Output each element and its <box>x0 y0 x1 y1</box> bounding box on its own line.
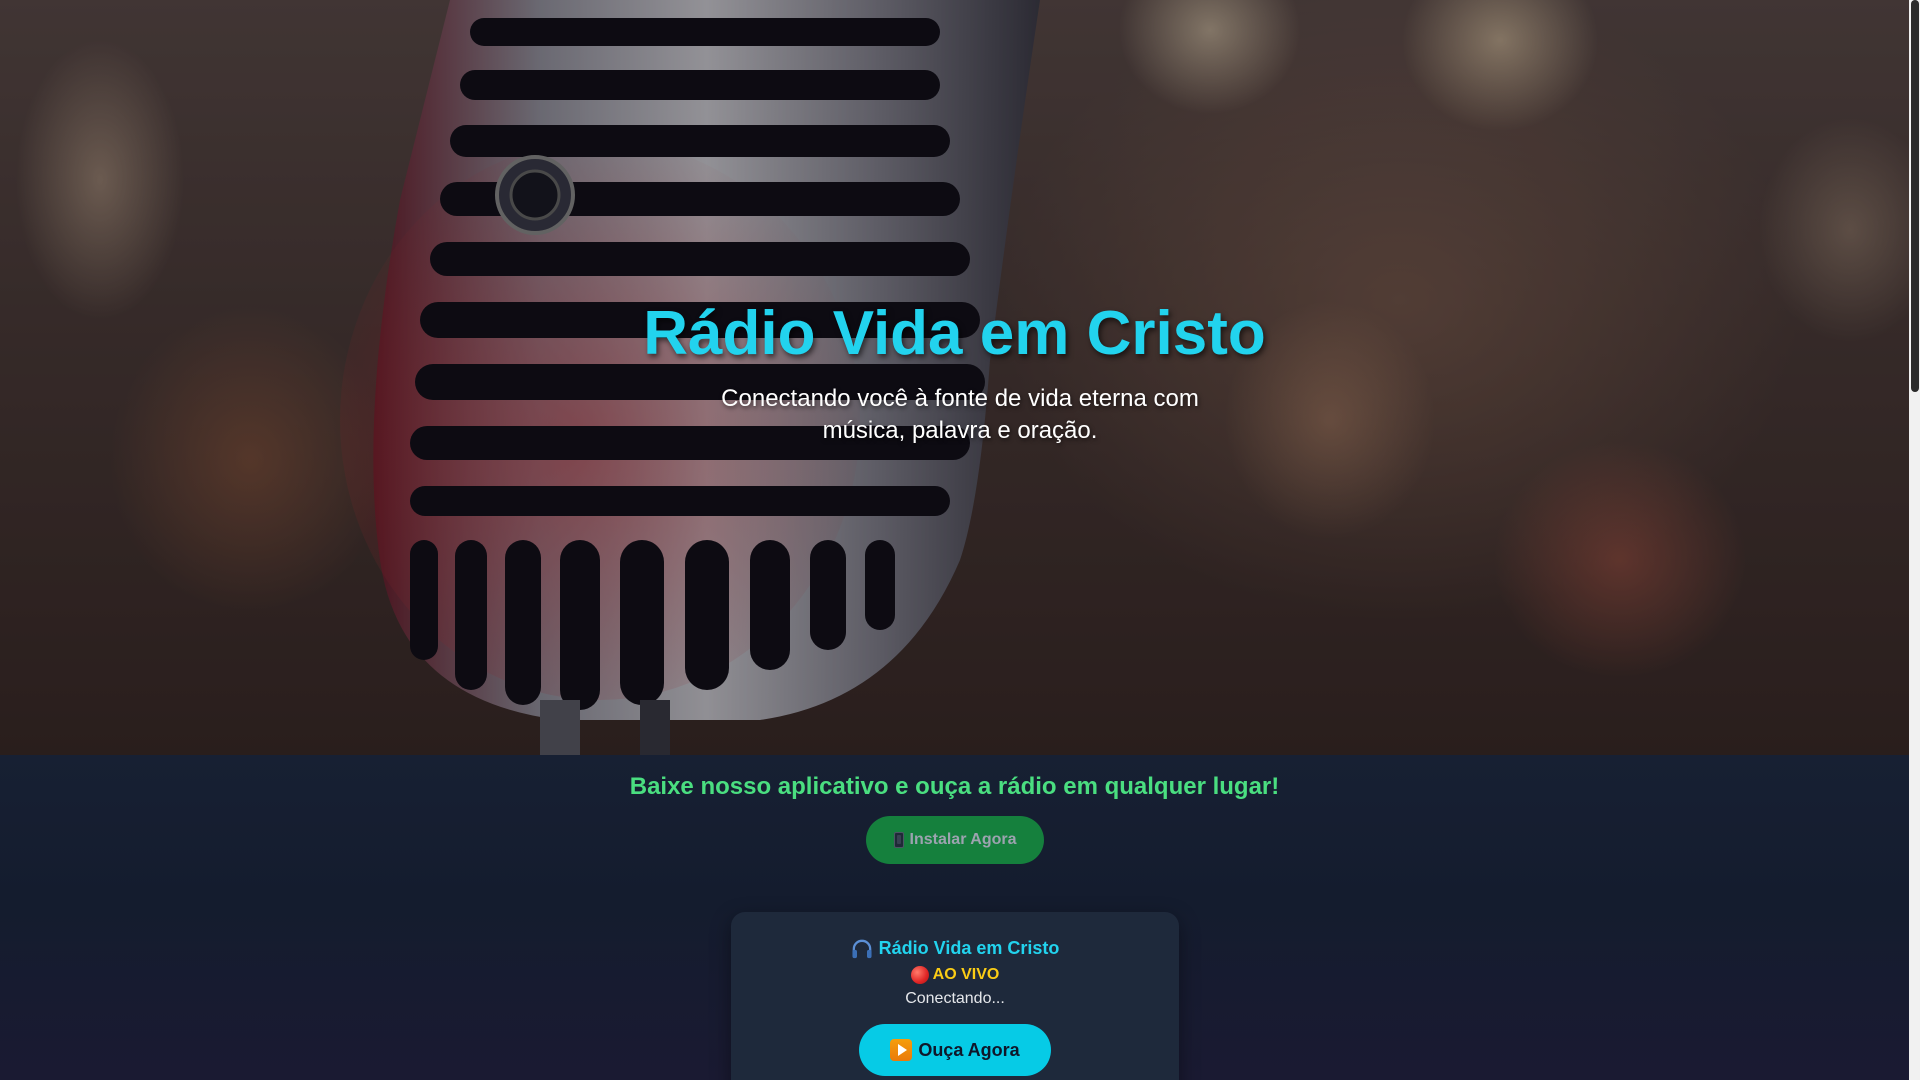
red-dot-icon <box>910 966 929 984</box>
install-button[interactable]: Instalar Agora <box>866 816 1044 864</box>
listen-now-button[interactable]: Ouça Agora <box>859 1024 1051 1076</box>
phone-icon <box>893 832 904 848</box>
hero-title: Rádio Vida em Cristo <box>643 299 1266 368</box>
hero-subtitle: Conectando você à fonte de vida eterna c… <box>721 385 1199 444</box>
app-banner-title: Baixe nosso aplicativo e ouça a rádio em… <box>629 773 1280 800</box>
scrollbar-thumb[interactable] <box>1911 0 1919 392</box>
hero-section <box>0 0 1909 755</box>
live-status: AO VIVO <box>731 966 1179 984</box>
player-station-name: Rádio Vida em Cristo <box>878 938 1060 958</box>
player-station-title: Rádio Vida em Cristo <box>731 938 1179 959</box>
player-status-text: Conectando... <box>905 990 1005 1007</box>
live-label: AO VIVO <box>932 966 1000 983</box>
install-button-label: Instalar Agora <box>909 831 1017 848</box>
listen-button-label: Ouça Agora <box>918 1039 1020 1060</box>
headphones-icon <box>852 939 872 958</box>
play-icon <box>890 1039 913 1061</box>
hero-overlay <box>0 0 1909 755</box>
